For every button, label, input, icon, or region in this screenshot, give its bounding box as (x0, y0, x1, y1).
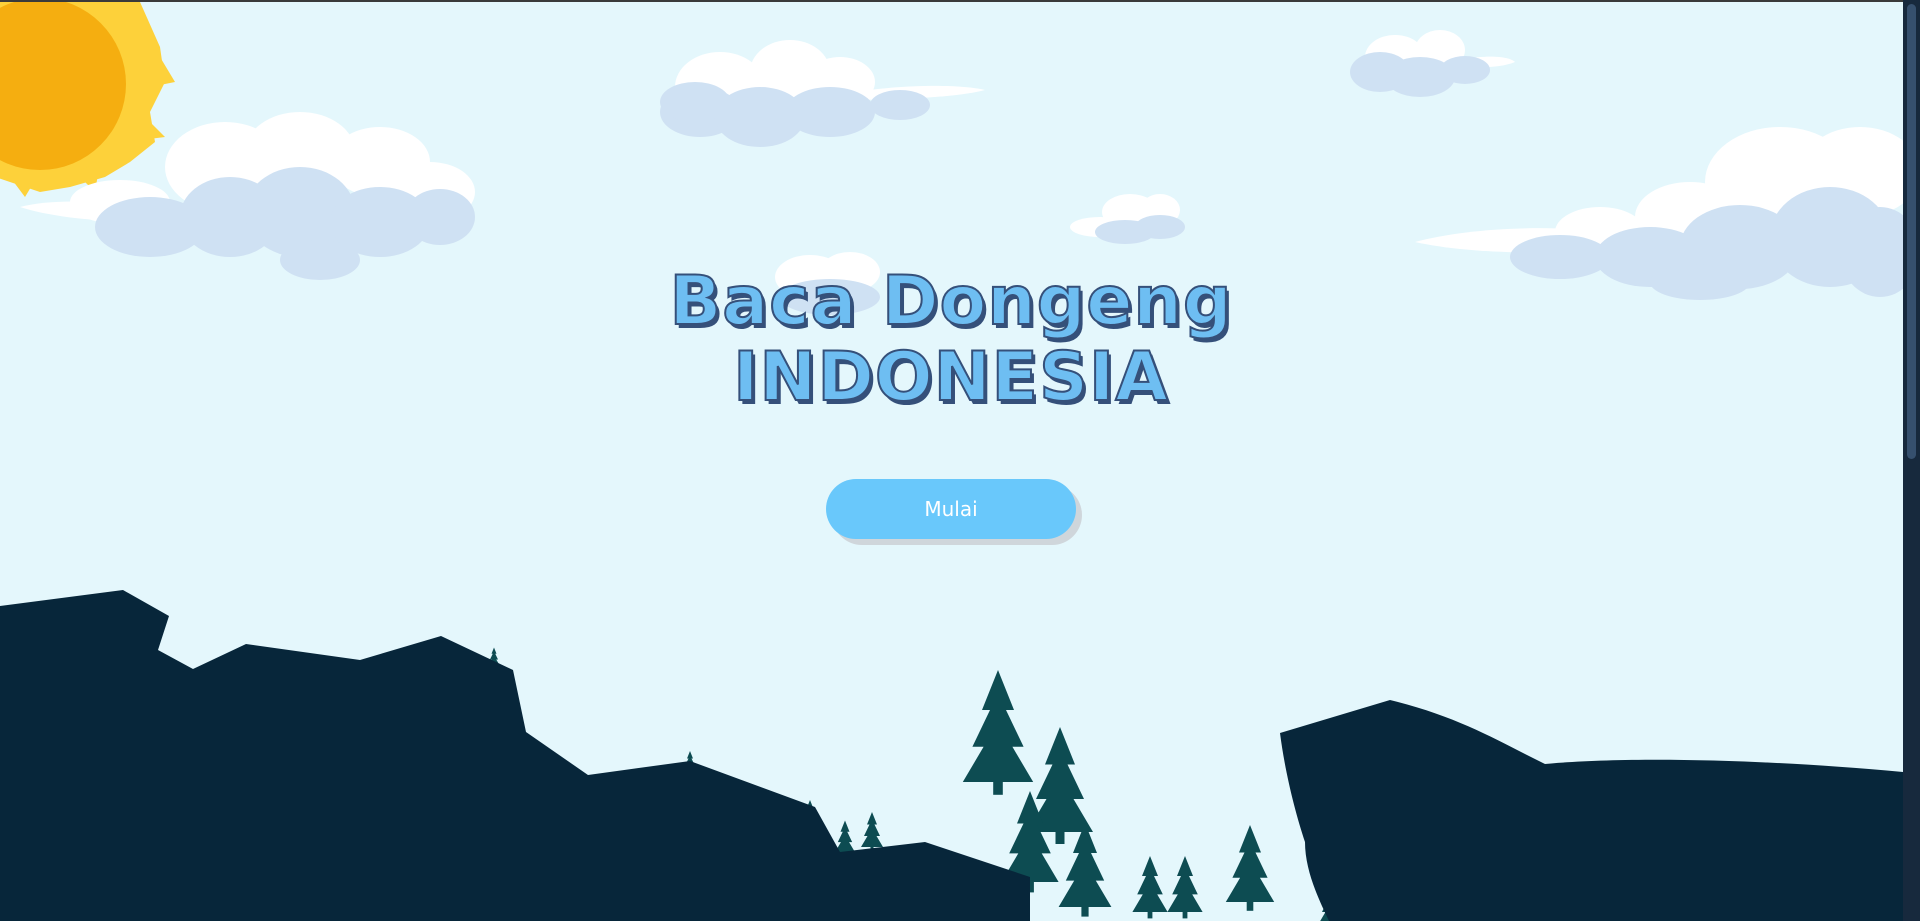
vertical-scrollbar[interactable] (1903, 0, 1920, 921)
background-scene (0, 2, 1903, 921)
scrollbar-thumb[interactable] (1907, 4, 1916, 459)
page-title: Baca Dongeng INDONESIA (651, 262, 1251, 417)
cloud-right (1415, 127, 1903, 300)
landing-page: Baca Dongeng INDONESIA Mulai (0, 0, 1903, 921)
title-line-2: INDONESIA (732, 338, 1169, 417)
cloud-top-right (1350, 30, 1515, 97)
sun-icon (0, 2, 175, 197)
start-button[interactable]: Mulai (826, 479, 1076, 539)
mountains (0, 590, 1903, 921)
cloud-small-middle (1070, 194, 1185, 244)
title-line-1: Baca Dongeng (668, 262, 1233, 341)
cloud-top-center (660, 40, 985, 147)
